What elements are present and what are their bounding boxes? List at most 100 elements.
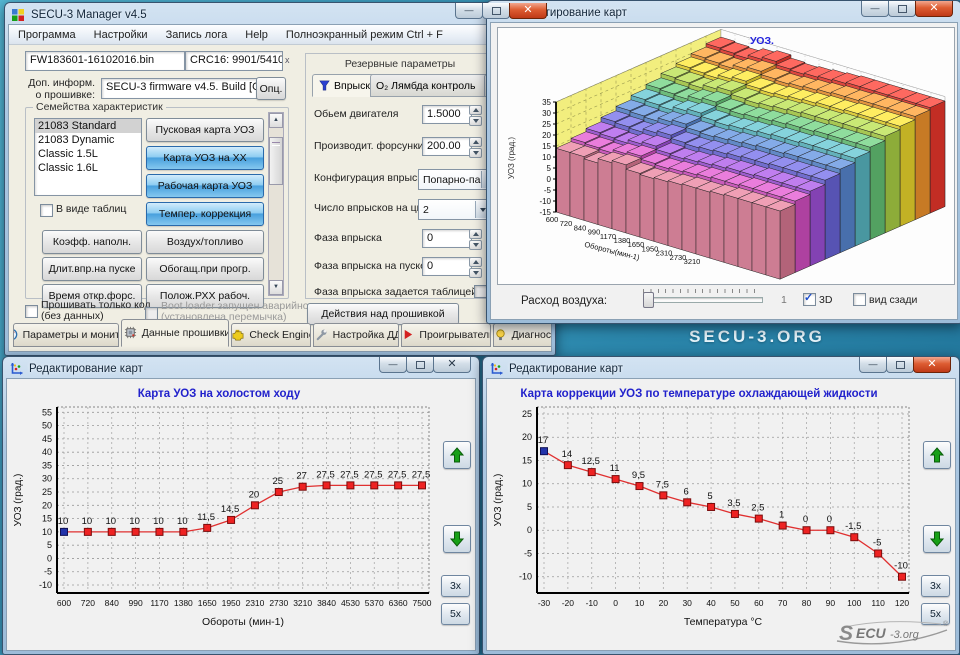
chart-point[interactable] xyxy=(779,522,786,529)
tables-checkbox[interactable] xyxy=(40,204,53,217)
chart-point[interactable] xyxy=(899,573,906,580)
close-button[interactable]: ✕ xyxy=(915,1,953,17)
firmware-file-field[interactable]: FW183601-16102016.bin xyxy=(25,51,185,71)
spin-up-icon[interactable] xyxy=(469,105,482,115)
maximize-button[interactable] xyxy=(886,357,914,373)
scrollbar-thumb[interactable] xyxy=(269,137,283,185)
3d-checkbox[interactable] xyxy=(803,293,816,306)
spinner[interactable] xyxy=(469,257,482,275)
map-button[interactable]: Рабочая карта УОЗ xyxy=(146,174,264,198)
panel-scrollbar[interactable]: ▲ ▼ xyxy=(268,112,284,296)
field-input[interactable]: 0 xyxy=(422,229,472,248)
increase-value-button[interactable] xyxy=(443,441,471,469)
surface-chart[interactable]: 35302520151050-5-10-15УОЗ (град.)6007208… xyxy=(498,28,952,282)
minimize-button[interactable]: — xyxy=(861,1,889,17)
close-button[interactable]: ✕ xyxy=(433,357,471,373)
flash-code-checkbox[interactable] xyxy=(25,305,38,318)
family-list-item[interactable]: Classic 1.6L xyxy=(35,161,141,175)
field-select[interactable]: 2 xyxy=(418,199,492,220)
chart-point[interactable] xyxy=(851,534,858,541)
close-button[interactable]: ✕ xyxy=(913,357,951,373)
scroll-up-icon[interactable]: ▲ xyxy=(269,113,283,128)
map-button[interactable]: Карта УОЗ на XX xyxy=(146,146,264,170)
spin-down-icon[interactable] xyxy=(469,116,482,126)
chart-point[interactable] xyxy=(541,448,548,455)
decrease-value-button[interactable] xyxy=(923,525,951,553)
chart-point[interactable] xyxy=(228,516,235,523)
family-list-item[interactable]: Classic 1.5L xyxy=(35,147,141,161)
spin-down-icon[interactable] xyxy=(469,240,482,250)
param-button[interactable]: Коэфф. наполн. xyxy=(42,230,142,254)
chart-point[interactable] xyxy=(251,502,258,509)
spin-down-icon[interactable] xyxy=(469,268,482,278)
spinner[interactable] xyxy=(469,137,482,155)
menu-item[interactable]: Полноэкранный режим Ctrl + F xyxy=(277,27,452,43)
chart-point[interactable] xyxy=(755,515,762,522)
chart-point[interactable] xyxy=(803,527,810,534)
param-button[interactable]: Воздух/топливо xyxy=(146,230,264,254)
map-button[interactable]: Пусковая карта УОЗ xyxy=(146,118,264,142)
chart-point[interactable] xyxy=(180,528,187,535)
chart-point[interactable] xyxy=(156,528,163,535)
maximize-button[interactable] xyxy=(482,3,510,19)
chart-point[interactable] xyxy=(660,492,667,499)
chart-point[interactable] xyxy=(371,482,378,489)
options-button[interactable]: Опц. xyxy=(256,77,286,100)
close-button[interactable]: ✕ xyxy=(509,3,547,19)
field-input[interactable]: 200.00 xyxy=(422,137,472,156)
chart-point[interactable] xyxy=(731,510,738,517)
idle-map-chart[interactable]: Карта УОЗ на холостом ходу55504540353025… xyxy=(11,383,439,645)
chart-point[interactable] xyxy=(61,528,68,535)
chart-point[interactable] xyxy=(204,524,211,531)
maximize-button[interactable] xyxy=(888,1,916,17)
menu-item[interactable]: Программа xyxy=(9,27,85,43)
decrease-value-button[interactable] xyxy=(443,525,471,553)
spinner[interactable] xyxy=(469,105,482,123)
air-flow-slider[interactable] xyxy=(643,297,763,303)
field-input[interactable]: 1.5000 xyxy=(422,105,472,124)
chart-point[interactable] xyxy=(827,527,834,534)
chart-point[interactable] xyxy=(419,482,426,489)
chart-point[interactable] xyxy=(564,462,571,469)
spin-up-icon[interactable] xyxy=(469,229,482,239)
chart-point[interactable] xyxy=(684,499,691,506)
zoom-3x-button[interactable]: 3x xyxy=(441,575,470,597)
family-list-item[interactable]: 21083 Standard xyxy=(35,119,141,133)
minimize-button[interactable]: — xyxy=(859,357,887,373)
bottom-tab[interactable]: Проигрыватель xyxy=(401,323,491,347)
field-select[interactable]: Попарно-пар xyxy=(418,169,495,190)
bottom-tab[interactable]: Данные прошивки xyxy=(121,319,229,347)
temp-map-chart[interactable]: Карта коррекции УОЗ по температуре охлаж… xyxy=(491,383,919,645)
chart-point[interactable] xyxy=(299,483,306,490)
menu-item[interactable]: Настройки xyxy=(85,27,157,43)
zoom-3x-button[interactable]: 3x xyxy=(921,575,950,597)
map-button[interactable]: Темпер. коррекция xyxy=(146,202,264,226)
param-button[interactable]: Обогащ.при прогр. xyxy=(146,257,264,281)
maximize-button[interactable] xyxy=(406,357,434,373)
bottom-tab[interactable]: Настройка ДД xyxy=(313,323,399,347)
bottom-tab[interactable]: Параметры и монитор xyxy=(13,323,119,347)
minimize-button[interactable]: — xyxy=(379,357,407,373)
family-list-item[interactable]: 21083 Dynamic xyxy=(35,133,141,147)
slider-thumb[interactable] xyxy=(643,292,654,308)
crc-field[interactable]: CRC16: 9901/5410 xyxy=(185,51,283,71)
fw-info-input[interactable]: SECU-3 firmware v4.5. Build [Oct 16 20 xyxy=(101,78,259,99)
bottom-tab[interactable]: Check Engine xyxy=(231,323,311,347)
minimize-button[interactable]: — xyxy=(455,3,483,19)
chart-point[interactable] xyxy=(323,482,330,489)
spinner[interactable] xyxy=(469,229,482,247)
chart-point[interactable] xyxy=(275,489,282,496)
menu-item[interactable]: Help xyxy=(236,27,277,43)
reserve-tab[interactable]: O₂ Лямбда контроль xyxy=(370,74,494,97)
chart-point[interactable] xyxy=(612,476,619,483)
chart-point[interactable] xyxy=(708,503,715,510)
increase-value-button[interactable] xyxy=(923,441,951,469)
chart-point[interactable] xyxy=(395,482,402,489)
spin-up-icon[interactable] xyxy=(469,137,482,147)
chart-point[interactable] xyxy=(132,528,139,535)
bottom-tab[interactable]: Диагностика xyxy=(493,323,552,347)
chart-point[interactable] xyxy=(588,469,595,476)
chart-point[interactable] xyxy=(84,528,91,535)
menu-item[interactable]: Запись лога xyxy=(157,27,237,43)
chart-point[interactable] xyxy=(347,482,354,489)
